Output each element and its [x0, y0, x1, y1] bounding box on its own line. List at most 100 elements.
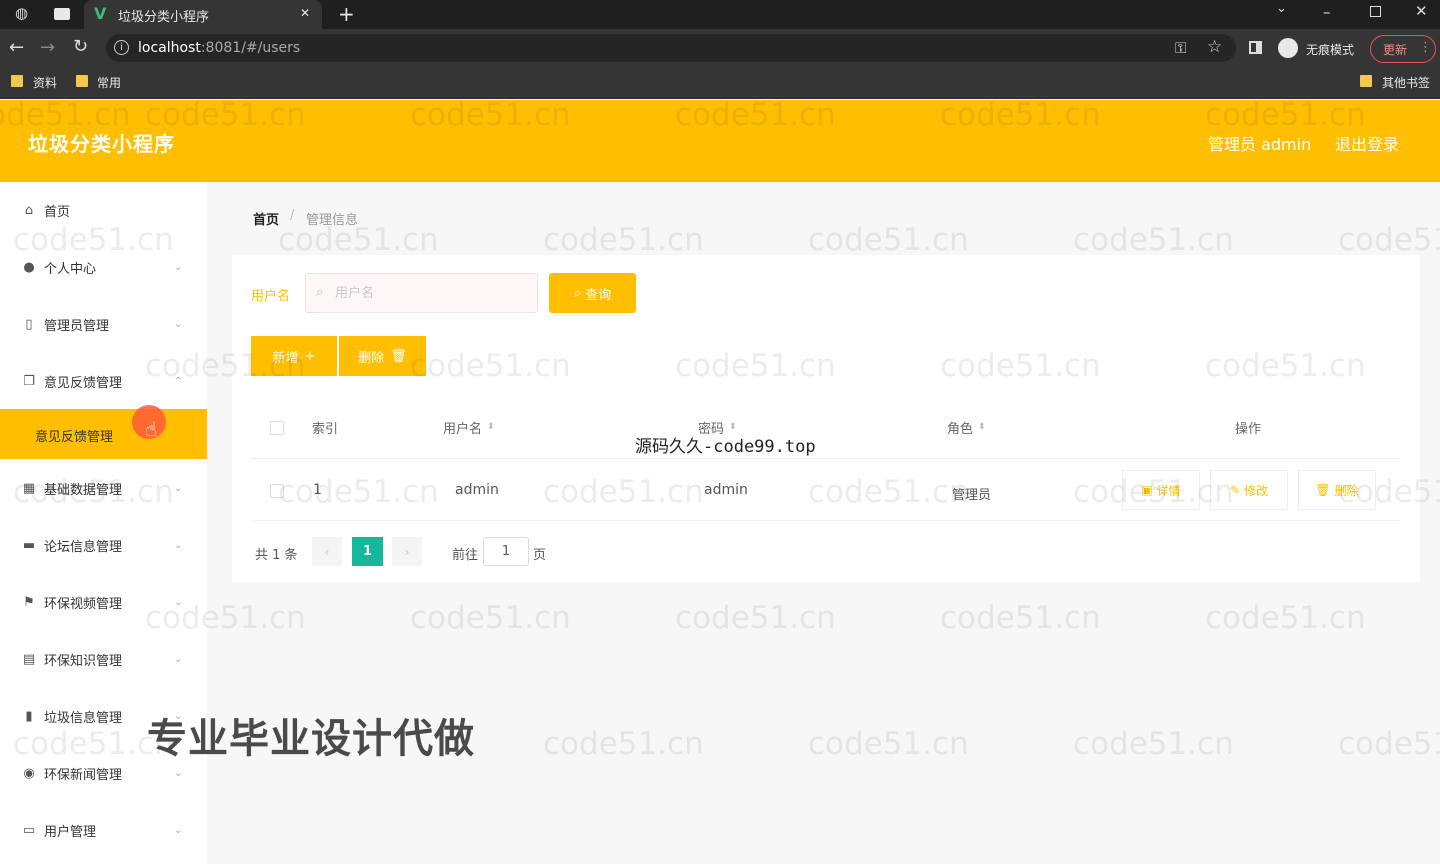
delete-button-label: 删除 — [358, 350, 385, 366]
reload-icon[interactable]: ↻ — [73, 38, 88, 56]
incognito-label: 无痕模式 — [1306, 43, 1355, 57]
sidebar-item-admins[interactable]: ▯ 管理员管理 ⌄ — [0, 296, 207, 352]
app-title: 垃圾分类小程序 — [28, 132, 175, 156]
home-icon: ⌂ — [24, 202, 34, 218]
sidebar-item-profile[interactable]: ● 个人中心 ⌄ — [0, 239, 207, 295]
row-delete-button-label: 删除 — [1334, 483, 1359, 498]
incognito-icon — [1278, 38, 1298, 58]
sort-icon: ⬍ — [978, 422, 986, 432]
sidebar-item-label: 个人中心 — [44, 261, 97, 277]
document-icon: ▣ — [1141, 483, 1153, 497]
tab-title: 垃圾分类小程序 — [118, 10, 210, 25]
chevron-down-icon: ⌄ — [174, 596, 183, 608]
copy-icon: ❐ — [23, 373, 35, 389]
sidebar-item-users[interactable]: ▭ 用户管理 ⌄ — [0, 802, 207, 858]
tab-search-icon[interactable]: ⌄ — [1276, 2, 1287, 15]
restore-icon[interactable] — [1370, 6, 1381, 17]
window-close-icon[interactable]: ✕ — [1415, 4, 1428, 19]
sidebar-item-label: 环保新闻管理 — [44, 767, 123, 783]
cell-password: admin — [704, 482, 748, 498]
sidebar-item-basic-data[interactable]: ▦ 基础数据管理 ⌄ — [0, 460, 207, 516]
username-search-input[interactable] — [335, 276, 530, 310]
tab-close-icon[interactable]: ✕ — [300, 6, 310, 20]
watermark: code51.cn — [1338, 726, 1440, 762]
query-button-label: 查询 — [585, 287, 612, 303]
watermark: code51.cn — [1073, 726, 1234, 762]
new-tab-button[interactable]: + — [338, 2, 355, 26]
column-header-username[interactable]: 用户名 ⬍ — [443, 418, 495, 437]
row-checkbox[interactable] — [270, 484, 284, 498]
sort-icon: ⬍ — [487, 422, 495, 432]
trash-icon: 🗑 — [1315, 483, 1331, 497]
detail-button-label: 详情 — [1156, 483, 1181, 498]
bookmarks-bar — [0, 67, 1440, 99]
submenu-item-label: 意见反馈管理 — [35, 430, 114, 445]
bookmark-folder[interactable]: 资料 — [33, 74, 57, 91]
search-icon: ⌕ — [316, 285, 324, 300]
add-button[interactable]: 新增 + — [251, 336, 337, 376]
menu-dots-icon[interactable]: ⋮ — [1419, 40, 1432, 55]
edit-button[interactable]: ✎ 修改 — [1210, 470, 1288, 510]
sidebar-item-label: 基础数据管理 — [44, 482, 123, 498]
chevron-down-icon: ⌄ — [174, 318, 183, 330]
sidebar-item-label: 用户管理 — [44, 824, 97, 840]
minimize-icon[interactable]: – — [1323, 5, 1331, 20]
sidebar-item-forum[interactable]: ▬ 论坛信息管理 ⌄ — [0, 517, 207, 573]
flag-icon: ⚑ — [23, 594, 35, 610]
edit-icon: ✎ — [1229, 483, 1241, 497]
watermark: code51.cn — [543, 726, 704, 762]
query-button[interactable]: ⌕ 查询 — [549, 273, 636, 313]
chevron-down-icon: ⌄ — [174, 653, 183, 665]
goto-page-input[interactable] — [483, 537, 529, 566]
sidebar-item-feedback[interactable]: ❐ 意见反馈管理 ⌃ — [0, 353, 207, 409]
page-number-button[interactable]: 1 — [352, 537, 383, 566]
pagination-total: 共 1 条 — [255, 548, 298, 563]
plus-icon: + — [304, 348, 316, 364]
site-info-icon[interactable]: i — [114, 40, 129, 55]
url-text[interactable]: localhost:8081/#/users — [138, 40, 300, 56]
cell-role: 管理员 — [952, 488, 992, 503]
side-panel-icon[interactable] — [1249, 41, 1262, 54]
back-icon[interactable]: ← — [9, 39, 24, 57]
globe-icon[interactable]: ◍ — [15, 6, 28, 21]
watermark: code51.cn — [543, 222, 704, 258]
search-icon: ⌕ — [573, 285, 582, 301]
next-page-button[interactable]: › — [392, 537, 422, 566]
sidebar-item-label: 环保视频管理 — [44, 596, 123, 612]
chevron-down-icon: ⌄ — [174, 261, 183, 273]
row-delete-button[interactable]: 🗑 删除 — [1298, 470, 1376, 510]
add-button-label: 新增 — [272, 350, 299, 366]
username-filter-label: 用户名 — [251, 289, 291, 304]
column-header-index: 索引 — [312, 422, 339, 437]
tab-list-icon[interactable] — [54, 8, 70, 20]
batch-delete-button[interactable]: 删除 🗑 — [339, 336, 426, 376]
detail-button[interactable]: ▣ 详情 — [1122, 470, 1200, 510]
watermark: code51.cn — [675, 600, 836, 636]
forward-icon[interactable]: → — [40, 39, 55, 57]
cell-index: 1 — [313, 482, 322, 498]
sidebar-item-label: 首页 — [44, 204, 71, 220]
watermark: code51.cn — [808, 222, 969, 258]
phone-icon: ▯ — [25, 316, 33, 332]
watermark: code51.cn — [940, 600, 1101, 636]
watermark: code51.cn — [1205, 600, 1366, 636]
other-bookmarks[interactable]: 其他书签 — [1382, 74, 1430, 91]
logout-link[interactable]: 退出登录 — [1335, 131, 1399, 155]
sidebar-item-videos[interactable]: ⚑ 环保视频管理 ⌄ — [0, 574, 207, 630]
prev-page-button[interactable]: ‹ — [312, 537, 342, 566]
key-icon[interactable]: ⚿ — [1175, 41, 1186, 56]
sidebar-item-knowledge[interactable]: ▤ 环保知识管理 ⌄ — [0, 631, 207, 687]
column-header-role[interactable]: 角色 ⬍ — [947, 418, 986, 437]
sidebar-item-label: 论坛信息管理 — [44, 539, 123, 555]
vue-logo-icon: V — [94, 4, 107, 23]
star-icon[interactable]: ☆ — [1207, 39, 1222, 56]
user-icon: ● — [23, 259, 35, 275]
folder-icon — [1360, 75, 1372, 87]
sidebar-item-label: 管理员管理 — [44, 318, 110, 334]
breadcrumb-home[interactable]: 首页 — [253, 209, 279, 228]
location-icon: ◉ — [23, 765, 35, 781]
chevron-up-icon: ⌃ — [174, 375, 183, 387]
bookmark-folder[interactable]: 常用 — [97, 74, 121, 91]
select-all-checkbox[interactable] — [270, 421, 284, 435]
sidebar-item-home[interactable]: ⌂ 首页 — [0, 182, 207, 238]
